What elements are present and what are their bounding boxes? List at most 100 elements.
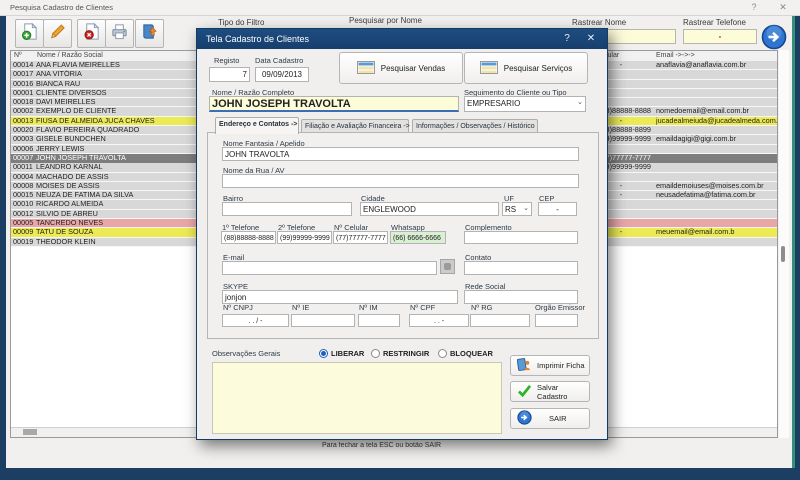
rg-field[interactable]	[470, 314, 530, 327]
rastrear-telefone-input[interactable]: -	[683, 29, 757, 44]
check-icon	[517, 385, 532, 399]
new-record-button[interactable]	[15, 19, 44, 48]
celular-field[interactable]: (77)77777-7777	[333, 231, 388, 244]
delete-icon	[82, 22, 101, 46]
orgao-emissor-field[interactable]	[535, 314, 578, 327]
cell-email: nomedoemail@email.com.br	[656, 107, 777, 116]
tel1-field[interactable]: (88)88888-8888	[221, 231, 276, 244]
cep-field[interactable]: -	[538, 202, 577, 216]
rastrear-nome-input[interactable]	[602, 29, 676, 44]
status-text: Para fechar a tela ESC ou botão SAIR	[322, 442, 441, 449]
uf-select[interactable]: RS ⌄	[502, 202, 532, 216]
printer-icon	[110, 22, 129, 46]
rua-field[interactable]	[222, 174, 579, 188]
radio-restringir-label: RESTRINGIR	[383, 349, 429, 358]
window-edge-accent	[792, 16, 795, 468]
pesquisar-servicos-button[interactable]: Pesquisar Serviços	[464, 52, 588, 84]
print-card-icon	[517, 357, 532, 374]
tab-endereco-contatos[interactable]: Endereço e Contatos ->	[215, 117, 299, 134]
header-name[interactable]: Nome / Razão Social	[37, 52, 103, 59]
main-window-title: Pesquisa Cadastro de Clientes	[10, 3, 113, 12]
cell-num: 00016	[13, 80, 35, 89]
nome-fantasia-field[interactable]: JOHN TRAVOLTA	[222, 147, 579, 161]
skype-field[interactable]: jonjon	[222, 290, 458, 304]
im-field[interactable]	[358, 314, 400, 327]
desktop-bottom-strip	[0, 468, 800, 480]
sair-button[interactable]: SAIR	[510, 408, 590, 429]
cell-num: 00001	[13, 89, 35, 98]
cell-num: 00002	[13, 107, 35, 116]
observacoes-textarea[interactable]	[212, 362, 502, 434]
orgao-emissor-label: Orgão Emissor	[535, 303, 585, 312]
cell-num: 00020	[13, 126, 35, 135]
cell-num: 00015	[13, 191, 35, 200]
tab-filiacao-financeira[interactable]: Filiação e Avaliação Financeira ->	[301, 119, 409, 133]
cell-num: 00009	[13, 228, 35, 237]
tel2-field[interactable]: (99)99999-9999	[277, 231, 332, 244]
export-button[interactable]	[135, 19, 164, 48]
dialog-close-button[interactable]: ✕	[585, 33, 597, 44]
radio-liberar[interactable]	[319, 349, 328, 358]
seguimento-select[interactable]: EMPRESARIO ⌄	[464, 96, 586, 112]
salvar-cadastro-button[interactable]: Salvar Cadastro	[510, 381, 590, 402]
cell-num: 00006	[13, 145, 35, 154]
main-help-button[interactable]: ?	[748, 2, 760, 12]
rg-label: Nº RG	[471, 303, 493, 312]
main-titlebar	[0, 0, 800, 16]
export-icon	[140, 22, 159, 46]
search-go-button[interactable]	[761, 24, 787, 53]
chevron-down-icon: ⌄	[523, 203, 529, 215]
seguimento-value: EMPRESARIO	[467, 99, 520, 108]
complemento-field[interactable]	[464, 231, 578, 244]
cnpj-field[interactable]: . . / -	[222, 314, 289, 327]
pesquisar-vendas-button[interactable]: Pesquisar Vendas	[339, 52, 463, 84]
registo-field[interactable]: 7	[209, 67, 250, 82]
cidade-field[interactable]: ENGLEWOOD	[360, 202, 499, 216]
cell-email: jucadealmeiuda@jucadealmeda.com.br	[656, 117, 777, 126]
sales-table-icon	[357, 61, 375, 76]
rede-social-field[interactable]	[464, 290, 578, 304]
dialog-titlebar[interactable]: Tela Cadastro de Clientes ? ✕	[197, 29, 607, 49]
data-cadastro-field[interactable]: 09/09/2013	[255, 67, 309, 82]
cell-num: 00010	[13, 200, 35, 209]
header-email[interactable]: Email ->->->	[656, 52, 695, 59]
edit-pencil-icon	[48, 22, 67, 46]
print-button[interactable]	[105, 19, 134, 48]
pesquisar-vendas-label: Pesquisar Vendas	[381, 64, 446, 73]
email-field[interactable]	[222, 261, 437, 275]
data-cadastro-label: Data Cadastro	[255, 56, 303, 65]
cell-num: 00005	[13, 219, 35, 228]
email-action-button[interactable]	[440, 259, 455, 274]
delete-record-button[interactable]	[77, 19, 106, 48]
sair-label: SAIR	[549, 414, 567, 423]
radio-restringir[interactable]	[371, 349, 380, 358]
tab-informacoes-historico[interactable]: Informações / Observações / Histórico	[412, 119, 538, 133]
observacoes-label: Observações Gerais	[212, 349, 280, 358]
vertical-scrollbar[interactable]	[779, 50, 789, 438]
nome-completo-field[interactable]: JOHN JOSEPH TRAVOLTA	[209, 96, 459, 112]
cpf-field[interactable]: . . -	[409, 314, 469, 327]
header-num[interactable]: Nº	[14, 52, 22, 59]
cell-email: meuemail@email.com.b	[656, 228, 777, 237]
cell-num: 00018	[13, 98, 35, 107]
bairro-field[interactable]	[222, 202, 352, 216]
cell-num: 00014	[13, 61, 35, 70]
cell-num: 00017	[13, 70, 35, 79]
cell-num: 00008	[13, 182, 35, 191]
services-table-icon	[480, 61, 498, 76]
radio-bloquear-label: BLOQUEAR	[450, 349, 493, 358]
whatsapp-field[interactable]: (66) 6666-6666	[390, 231, 446, 244]
radio-bloquear[interactable]	[438, 349, 447, 358]
h-scroll-thumb[interactable]	[23, 429, 37, 435]
v-scroll-thumb[interactable]	[781, 246, 785, 262]
dialog-help-button[interactable]: ?	[561, 33, 573, 44]
ie-field[interactable]	[291, 314, 355, 327]
imprimir-ficha-button[interactable]: Imprimir Ficha	[510, 355, 590, 376]
dialog-title: Tela Cadastro de Clientes	[206, 34, 309, 44]
main-close-button[interactable]: ✕	[777, 2, 789, 13]
contato-field[interactable]	[464, 261, 578, 275]
cell-num: 00013	[13, 117, 35, 126]
edit-record-button[interactable]	[43, 19, 72, 48]
chevron-down-icon: ⌄	[577, 97, 583, 109]
cell-email: emaildemoiuses@moises.com.br	[656, 182, 777, 191]
